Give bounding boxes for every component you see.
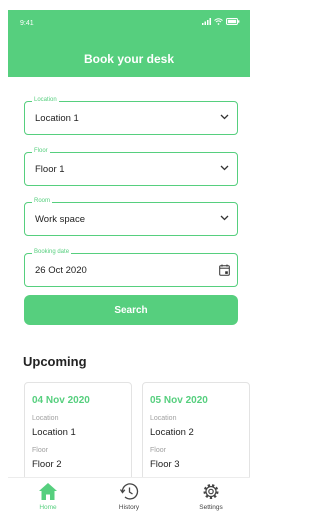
booking-date-label: Booking date	[32, 249, 72, 255]
upcoming-heading: Upcoming	[23, 354, 87, 369]
booking-floor-label: Floor	[32, 447, 48, 454]
chevron-down-icon	[220, 215, 229, 221]
location-value: Location 1	[35, 113, 79, 124]
chevron-down-icon	[220, 114, 229, 120]
location-select[interactable]: Location Location 1	[24, 97, 238, 135]
booking-location: Location 1	[32, 427, 76, 438]
booking-location-label: Location	[32, 415, 59, 422]
nav-history[interactable]: History	[99, 482, 159, 511]
booking-date: 04 Nov 2020	[32, 395, 90, 406]
search-button[interactable]: Search	[24, 295, 238, 325]
booking-floor-label: Floor	[150, 447, 166, 454]
room-label: Room	[32, 198, 53, 204]
status-time: 9:41	[20, 20, 34, 27]
calendar-icon[interactable]	[219, 264, 230, 276]
floor-value: Floor 1	[35, 164, 65, 175]
signal-icon	[202, 18, 211, 25]
booking-floor: Floor 2	[32, 459, 62, 470]
booking-card[interactable]: 05 Nov 2020 Location Location 2 Floor Fl…	[142, 382, 250, 482]
booking-location-label: Location	[150, 415, 177, 422]
booking-floor: Floor 3	[150, 459, 180, 470]
nav-history-label: History	[118, 504, 140, 511]
room-select[interactable]: Room Work space	[24, 198, 238, 236]
app-screen: 9:41 Book your desk Location Location 1	[8, 10, 250, 518]
booking-location: Location 2	[150, 427, 194, 438]
nav-home[interactable]: Home	[18, 482, 78, 511]
wifi-icon	[214, 18, 223, 25]
room-value: Work space	[35, 214, 85, 225]
bottom-navigation: Home History Settings	[8, 477, 250, 518]
battery-icon	[226, 18, 240, 25]
settings-icon	[203, 484, 219, 499]
booking-date-value: 26 Oct 2020	[35, 265, 87, 276]
status-icons	[202, 18, 240, 25]
app-header: 9:41 Book your desk	[8, 10, 250, 77]
home-icon	[39, 483, 57, 500]
floor-label: Floor	[32, 148, 50, 154]
floor-select[interactable]: Floor Floor 1	[24, 148, 238, 186]
location-label: Location	[32, 97, 59, 103]
chevron-down-icon	[220, 165, 229, 171]
nav-home-label: Home	[39, 504, 57, 511]
booking-card[interactable]: 04 Nov 2020 Location Location 1 Floor Fl…	[24, 382, 132, 482]
booking-date-field[interactable]: Booking date 26 Oct 2020	[24, 249, 238, 287]
nav-settings[interactable]: Settings	[181, 482, 241, 511]
history-icon	[119, 483, 139, 500]
nav-settings-label: Settings	[199, 504, 223, 511]
page-title: Book your desk	[83, 52, 175, 66]
booking-date: 05 Nov 2020	[150, 395, 208, 406]
